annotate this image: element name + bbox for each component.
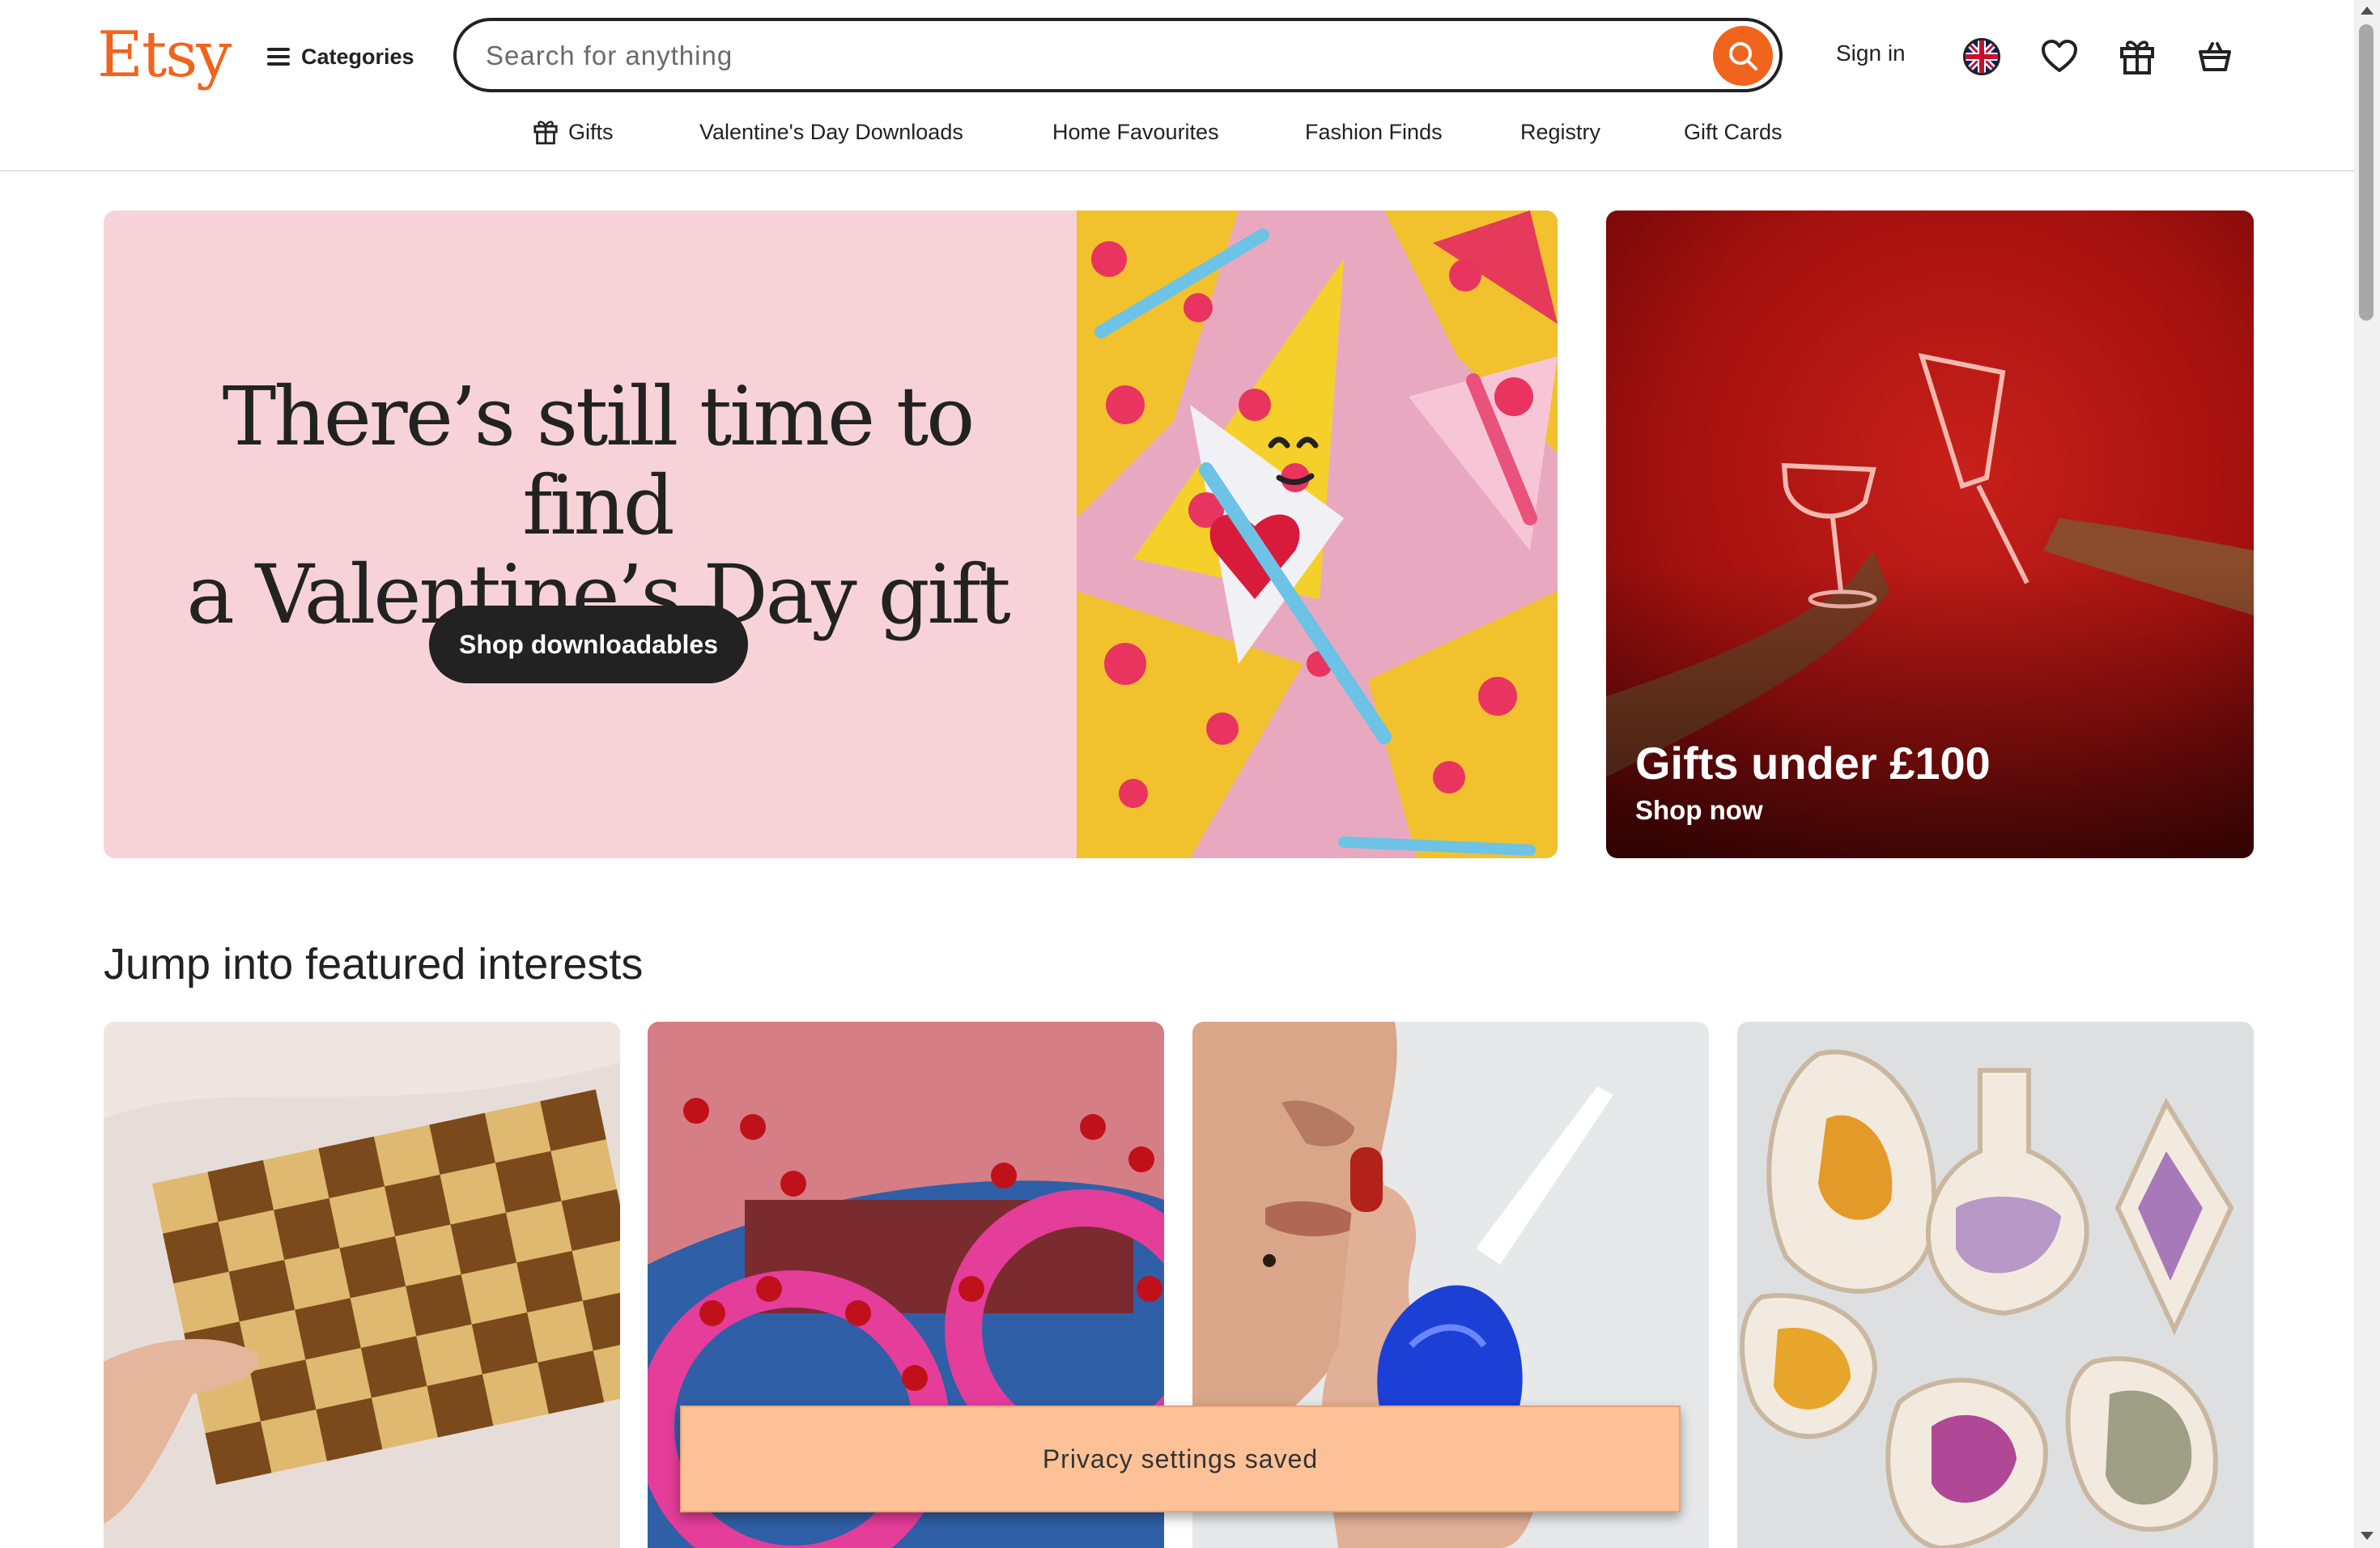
valentines-hero-banner: There’s still time to find a Valentine’s…	[104, 211, 1558, 858]
favorites-button[interactable]	[2038, 36, 2080, 78]
toast-message: Privacy settings saved	[1042, 1444, 1319, 1474]
shop-downloadables-button[interactable]: Shop downloadables	[429, 606, 748, 683]
promo-title: Gifts under £100	[1635, 738, 1991, 789]
categories-button[interactable]: Categories	[267, 32, 414, 81]
interest-card-ornaments[interactable]	[1737, 1022, 2254, 1548]
etsy-logo[interactable]: Etsy	[97, 15, 232, 96]
nav-label: Gifts	[568, 120, 614, 144]
site-header: Etsy Categories Sign in	[0, 0, 2354, 172]
hero-pizza-valentine-image[interactable]	[1077, 211, 1558, 858]
nav-item-valentines-downloads[interactable]: Valentine's Day Downloads	[699, 113, 963, 151]
gifts-under-100-promo[interactable]: Gifts under £100 Shop now	[1606, 211, 2254, 858]
menu-icon	[267, 48, 290, 66]
basket-icon	[2199, 42, 2231, 71]
scroll-down-icon[interactable]	[2361, 1532, 2374, 1540]
search-button[interactable]	[1713, 26, 1773, 86]
region-button[interactable]	[1961, 36, 2003, 78]
heart-icon	[2042, 40, 2077, 72]
nav-item-home-favourites[interactable]: Home Favourites	[1052, 113, 1219, 151]
privacy-toast: Privacy settings saved	[680, 1406, 1681, 1512]
page-scrollbar[interactable]	[2354, 0, 2380, 1548]
interest-card-checkered-box[interactable]	[104, 1022, 620, 1548]
search-input[interactable]	[484, 21, 1685, 91]
hero-title: There’s still time to find a Valentine’s…	[152, 372, 1043, 640]
hero-text-area: There’s still time to find a Valentine’s…	[104, 211, 1075, 858]
featured-interests-heading: Jump into featured interests	[104, 940, 644, 989]
flag-uk-icon	[1963, 38, 2000, 75]
promo-shop-now-link[interactable]: Shop now	[1635, 795, 1763, 826]
hero-title-line: There’s still time to find	[222, 369, 975, 553]
search-bar	[453, 18, 1783, 92]
checkered-box-image	[104, 1022, 620, 1548]
nav-item-gifts[interactable]: Gifts	[533, 113, 614, 151]
nav-item-fashion-finds[interactable]: Fashion Finds	[1305, 113, 1443, 151]
scroll-up-icon[interactable]	[2361, 6, 2374, 15]
categories-label: Categories	[301, 44, 414, 69]
search-icon	[1729, 42, 1757, 70]
scrollbar-thumb[interactable]	[2359, 24, 2374, 321]
category-nav: Gifts Valentine's Day Downloads Home Fav…	[0, 113, 2354, 151]
nav-item-registry[interactable]: Registry	[1520, 113, 1600, 151]
gift-small-icon	[533, 121, 558, 145]
nav-item-gift-cards[interactable]: Gift Cards	[1684, 113, 1783, 151]
cart-button[interactable]	[2194, 36, 2236, 78]
ornaments-image	[1737, 1022, 2254, 1548]
sign-in-link[interactable]: Sign in	[1836, 40, 1906, 66]
gift-icon	[2120, 40, 2154, 74]
gift-mode-button[interactable]	[2116, 36, 2158, 78]
